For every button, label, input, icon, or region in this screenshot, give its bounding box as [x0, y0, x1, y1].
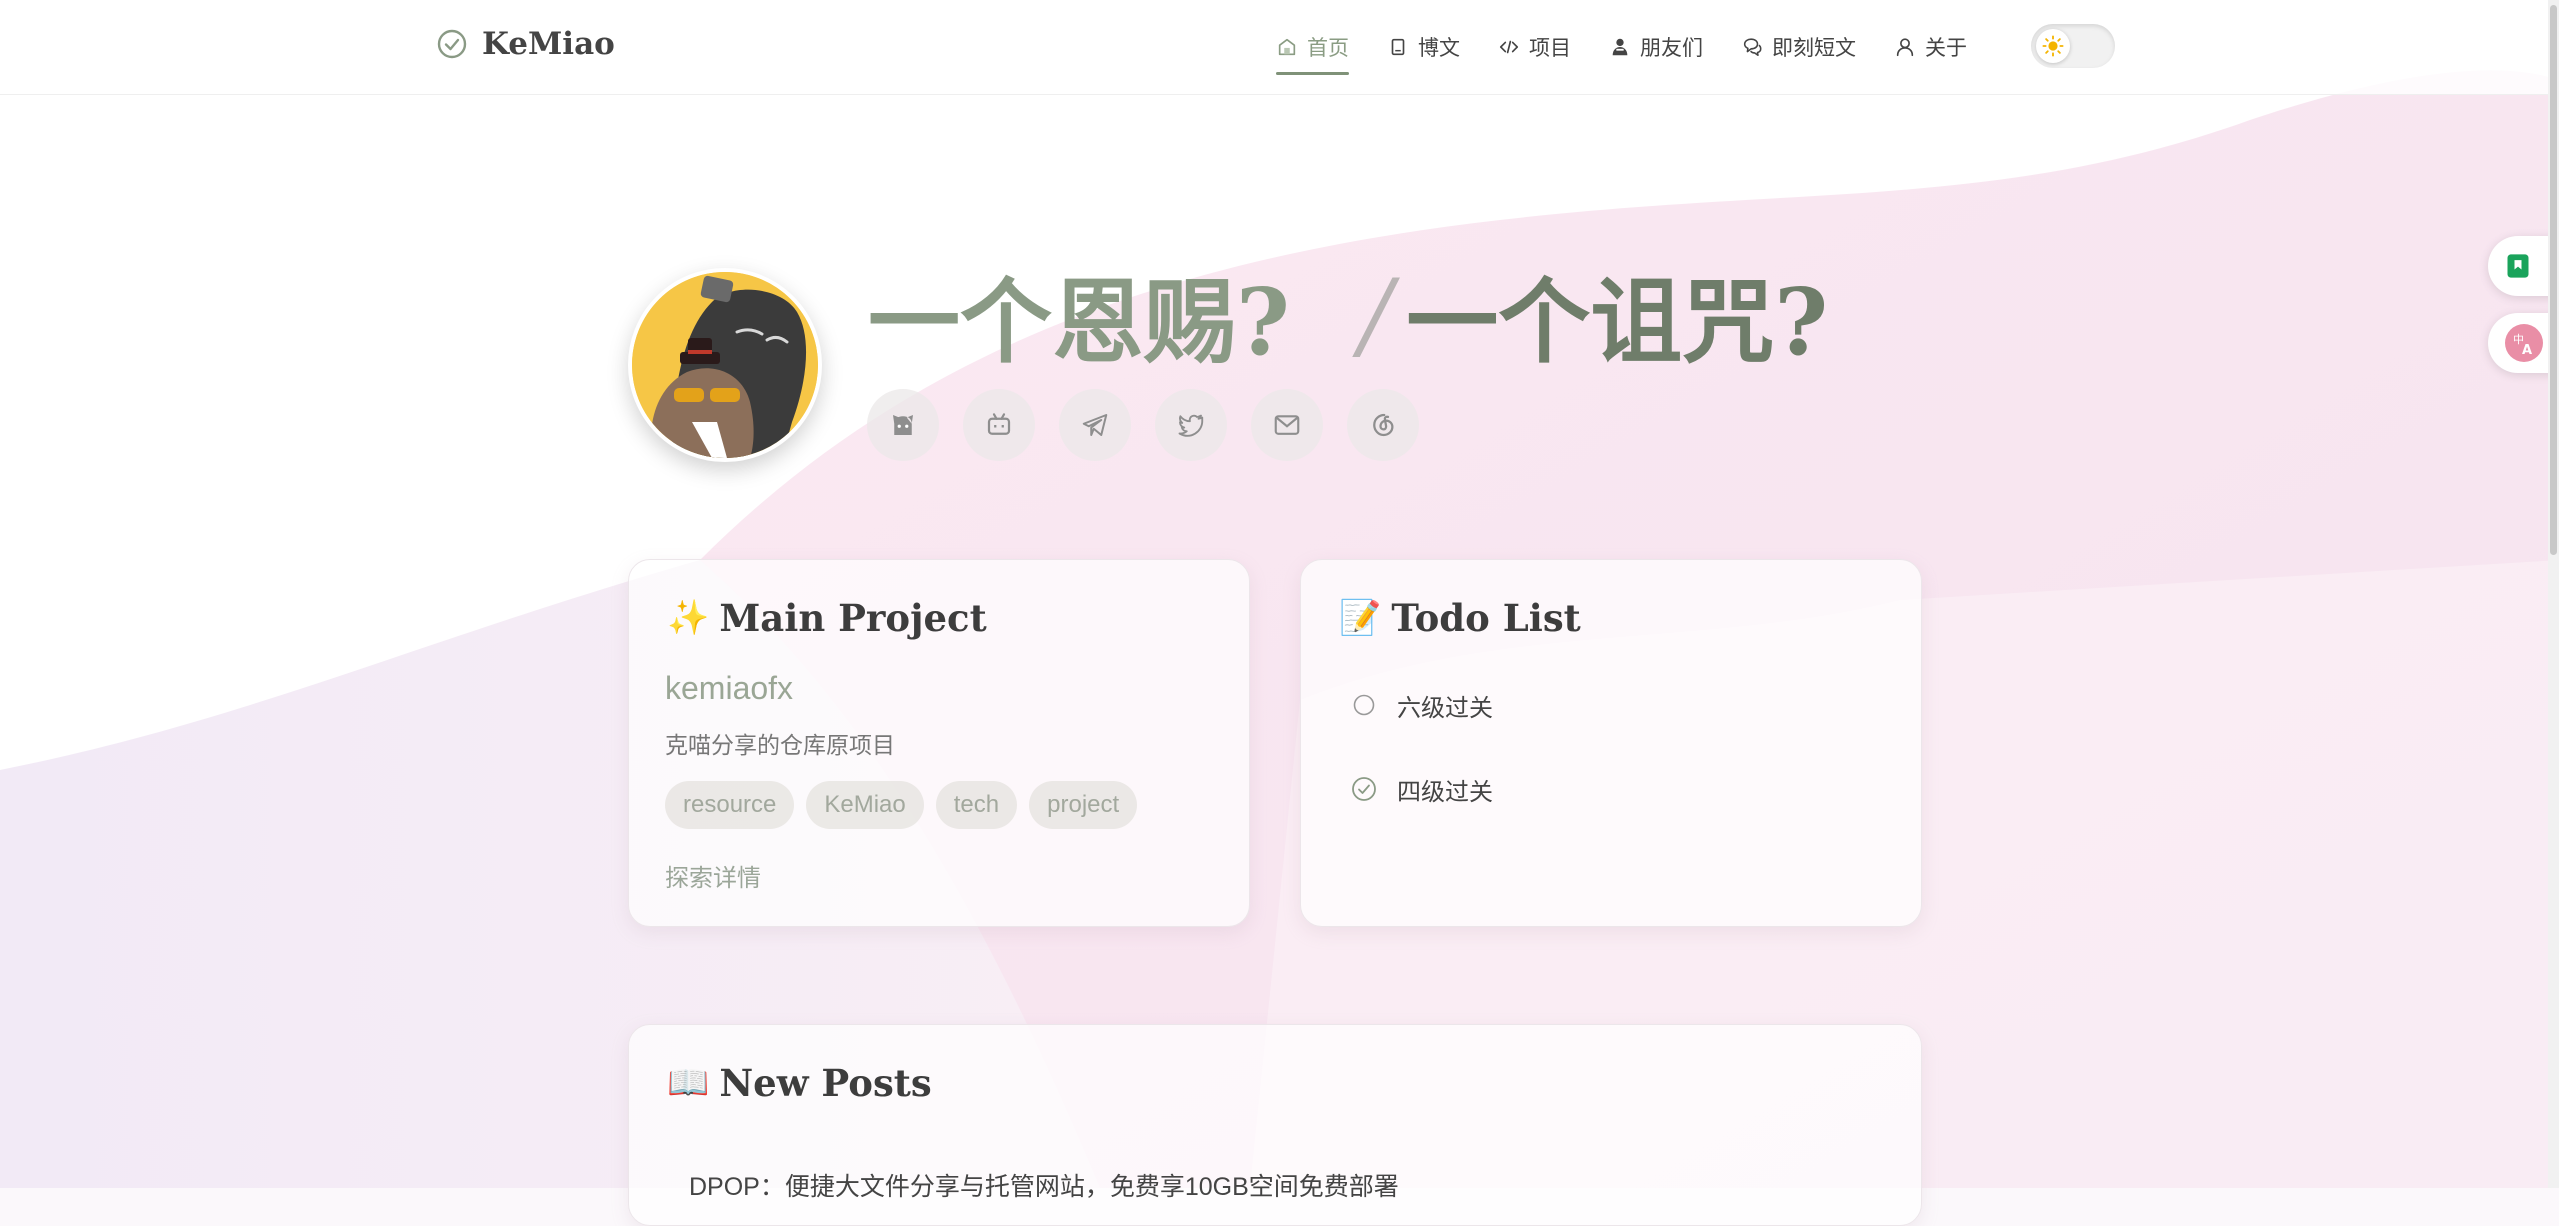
- nav-item-friends[interactable]: 朋友们: [1609, 22, 1703, 72]
- nav-label: 博文: [1418, 37, 1460, 60]
- project-name[interactable]: kemiaofx: [665, 670, 793, 707]
- new-posts-title: 📖 New Posts: [667, 1061, 932, 1105]
- document-icon: [1391, 38, 1405, 56]
- hero-title-part2: 一个诅咒?: [1406, 268, 1829, 376]
- new-posts-card: 📖 New Posts DPOP：便捷大文件分享与托管网站，免费享10GB空间免…: [628, 1024, 1922, 1226]
- nav-label: 即刻短文: [1772, 37, 1856, 60]
- background-decoration: [0, 0, 2559, 1188]
- user-icon: [1896, 38, 1914, 57]
- todo-item[interactable]: 六级过关: [1351, 684, 1493, 726]
- tag[interactable]: KeMiao: [806, 781, 924, 829]
- nav-label: 首页: [1307, 37, 1349, 60]
- tag[interactable]: tech: [935, 781, 1018, 829]
- sparkles-icon: ✨: [667, 598, 710, 638]
- social-mail[interactable]: [1251, 389, 1323, 461]
- brand-name: KeMiao: [482, 26, 615, 62]
- project-tags: resource KeMiao tech project: [665, 781, 1138, 829]
- social-links: [867, 389, 1419, 461]
- friends-icon: [1612, 38, 1628, 56]
- hero-title-separator: /: [1359, 258, 1393, 371]
- github-icon: [893, 415, 913, 435]
- brand-logo[interactable]: KeMiao: [436, 26, 615, 62]
- main-nav: 首页 博文 项目 朋友们 即刻短文 关于: [1276, 22, 1967, 75]
- tag[interactable]: project: [1029, 781, 1138, 829]
- social-twitter[interactable]: [1155, 389, 1227, 461]
- svg-text:A: A: [2522, 343, 2532, 358]
- sun-icon: [2042, 35, 2064, 57]
- nav-item-projects[interactable]: 项目: [1498, 22, 1571, 72]
- main-project-title: ✨ Main Project: [667, 596, 987, 640]
- bookmark-icon: [2507, 254, 2529, 278]
- check-circle-icon: [437, 29, 467, 59]
- card-title-text: New Posts: [719, 1061, 932, 1105]
- telegram-icon: [1082, 414, 1108, 436]
- theme-toggle[interactable]: [2031, 24, 2115, 68]
- social-github[interactable]: [867, 389, 939, 461]
- code-icon: [1499, 40, 1519, 54]
- todo-title: 📝 Todo List: [1339, 596, 1581, 640]
- nav-label: 项目: [1529, 37, 1571, 60]
- home-icon: [1278, 38, 1296, 56]
- todo-card: 📝 Todo List 六级过关 四级过关: [1300, 559, 1922, 927]
- nav-item-home[interactable]: 首页: [1276, 22, 1349, 75]
- social-bilibili[interactable]: [963, 389, 1035, 461]
- chat-icon: [1743, 38, 1762, 57]
- social-netease-music[interactable]: [1347, 389, 1419, 461]
- twitter-icon: [1178, 414, 1204, 437]
- nav-label: 关于: [1925, 37, 1967, 60]
- toggle-knob: [2036, 29, 2070, 63]
- todo-item[interactable]: 四级过关: [1351, 768, 1493, 810]
- nav-label: 朋友们: [1640, 37, 1703, 60]
- top-header: KeMiao 首页 博文 项目 朋友们 即刻短文 关于: [0, 0, 2559, 95]
- hero-title-part1: 一个恩赐?: [868, 268, 1290, 376]
- project-description: 克喵分享的仓库原项目: [665, 732, 895, 758]
- card-title-text: Todo List: [1391, 596, 1581, 640]
- hero-title: 一个恩赐? / 一个诅咒?: [868, 248, 1828, 381]
- nav-item-posts[interactable]: 博文: [1387, 22, 1460, 72]
- scrollbar-thumb[interactable]: [2550, 5, 2557, 555]
- social-telegram[interactable]: [1059, 389, 1131, 461]
- mail-icon: [1274, 415, 1300, 435]
- netease-music-icon: [1373, 413, 1394, 437]
- todo-label: 四级过关: [1397, 778, 1493, 806]
- main-project-card: ✨ Main Project kemiaofx 克喵分享的仓库原项目 resou…: [628, 559, 1250, 927]
- todo-label: 六级过关: [1397, 694, 1493, 722]
- nav-item-about[interactable]: 关于: [1894, 22, 1967, 72]
- todo-list: 六级过关 四级过关: [1351, 684, 1493, 852]
- translate-icon: 中A: [2505, 324, 2543, 362]
- bilibili-icon: [987, 413, 1011, 435]
- book-icon: 📖: [667, 1063, 710, 1103]
- card-title-text: Main Project: [719, 596, 987, 640]
- explore-details-link[interactable]: 探索详情: [665, 858, 761, 893]
- avatar: [628, 268, 822, 462]
- checked-circle-icon: [1352, 777, 1376, 801]
- post-link[interactable]: DPOP：便捷大文件分享与托管网站，免费享10GB空间免费部署: [689, 1167, 1399, 1203]
- tag[interactable]: resource: [665, 781, 795, 829]
- nav-item-moments[interactable]: 即刻短文: [1741, 22, 1856, 72]
- memo-icon: 📝: [1339, 598, 1382, 638]
- unchecked-circle-icon: [1353, 694, 1375, 716]
